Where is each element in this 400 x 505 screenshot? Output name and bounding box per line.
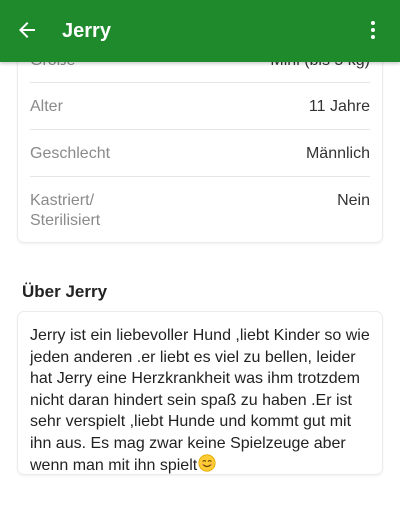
detail-value-age: 11 Jahre [308,98,370,115]
detail-row-neutered: Kastriert/ Sterilisiert Nein [30,190,370,232]
more-vertical-icon [371,21,375,39]
about-section-title: Über Jerry [22,282,108,301]
page-title: Jerry [62,20,111,42]
smiling-face-emoji-icon [198,454,216,479]
about-text: Jerry ist ein liebevoller Hund ,liebt Ki… [30,327,370,474]
divider [30,129,370,130]
detail-label-neutered-line2: Sterilisiert [30,212,101,229]
detail-label-sex: Geschlecht [30,145,111,162]
divider [30,82,370,83]
back-button[interactable] [10,13,44,47]
app-bar: Jerry [0,0,400,62]
divider [30,176,370,177]
detail-value-sex: Männlich [305,145,370,162]
about-text-block: Jerry ist ein liebevoller Hund ,liebt Ki… [30,325,370,479]
about-card: Jerry ist ein liebevoller Hund ,liebt Ki… [18,312,382,474]
detail-label-neutered-line1: Kastriert/ [30,192,95,209]
detail-label-age: Alter [30,98,63,115]
arrow-left-icon [19,22,35,38]
more-options-button[interactable] [356,13,390,47]
detail-value-neutered: Nein [337,192,370,209]
